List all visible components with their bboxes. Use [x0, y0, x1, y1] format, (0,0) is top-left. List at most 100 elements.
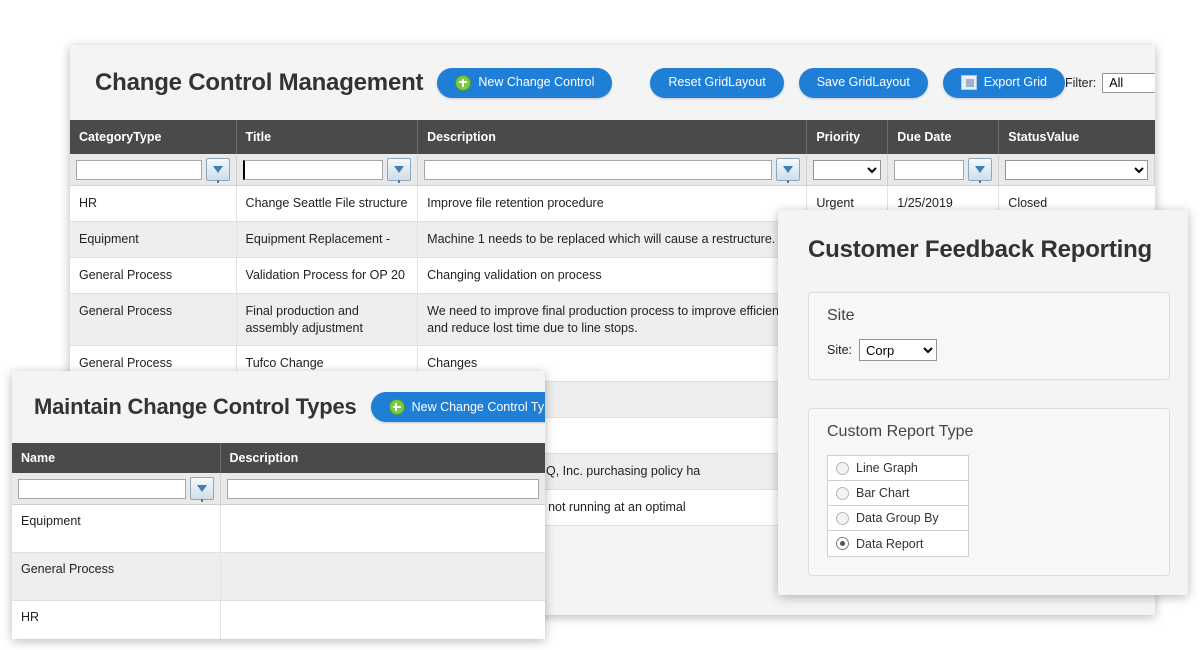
export-grid-icon: [960, 75, 977, 90]
radio-option-data-group-by[interactable]: Data Group By: [828, 506, 968, 531]
cell-description: [220, 600, 545, 639]
cell-name: HR: [12, 600, 221, 639]
filter-label: Filter:: [1065, 75, 1097, 90]
filter-group: Filter: All: [1065, 72, 1155, 93]
radio-icon: [836, 486, 849, 500]
radio-label: Line Graph: [856, 461, 918, 475]
types-page-title: Maintain Change Control Types: [34, 394, 357, 419]
reset-gridlayout-button[interactable]: Reset GridLayout: [650, 67, 784, 98]
filter-button-duedate[interactable]: [968, 158, 993, 183]
filter-input-description[interactable]: [424, 159, 773, 180]
column-header-title[interactable]: Title: [236, 120, 419, 154]
filter-cell-name: [12, 473, 221, 505]
export-grid-label: Export Grid: [983, 75, 1048, 90]
cell-categorytype: General Process: [70, 293, 237, 347]
column-header-name[interactable]: Name: [12, 443, 221, 473]
column-header-duedate[interactable]: Due Date: [887, 120, 1000, 154]
table-row[interactable]: General Process: [12, 552, 545, 601]
radio-option-line-graph[interactable]: Line Graph: [828, 456, 968, 481]
filter-button-title[interactable]: [387, 158, 412, 183]
cell-description: We need to improve final production proc…: [417, 293, 808, 347]
site-legend: Site: [827, 307, 855, 324]
feedback-page-title: Customer Feedback Reporting: [808, 236, 1152, 263]
report-type-radio-group: Line Graph Bar Chart Data Group By Data …: [827, 455, 969, 557]
filter-button-categorytype[interactable]: [205, 158, 230, 183]
export-grid-button[interactable]: Export Grid: [942, 67, 1066, 98]
column-header-description[interactable]: Description: [417, 120, 808, 154]
funnel-icon: [212, 166, 223, 183]
column-header-priority[interactable]: Priority: [806, 120, 889, 154]
new-change-control-button[interactable]: New Change Control: [437, 67, 613, 98]
plus-circle-icon: [455, 74, 472, 91]
cell-title: Final production and assembly adjustment: [236, 293, 419, 347]
filter-input-name[interactable]: [18, 478, 186, 499]
site-fieldset: Site Site: Corp: [808, 292, 1170, 380]
site-field-row: Site: Corp: [827, 339, 1151, 361]
funnel-icon: [783, 166, 794, 183]
change-control-types-grid: Name Description Equipment General Proce…: [12, 443, 545, 639]
site-select[interactable]: Corp: [859, 339, 938, 361]
grid-filter-row: [70, 154, 1155, 186]
cell-categorytype: HR: [70, 185, 237, 222]
radio-label: Bar Chart: [856, 486, 910, 500]
cell-categorytype: Equipment: [70, 221, 237, 258]
save-gridlayout-label: Save GridLayout: [816, 75, 910, 90]
cell-description: [220, 504, 545, 553]
table-row[interactable]: HR: [12, 600, 545, 639]
filter-cell-priority: [806, 154, 889, 186]
radio-icon: [836, 461, 849, 475]
filter-select[interactable]: All: [1102, 72, 1155, 93]
radio-option-data-report[interactable]: Data Report: [828, 531, 968, 556]
save-gridlayout-button[interactable]: Save GridLayout: [798, 67, 928, 98]
column-header-statusvalue[interactable]: StatusValue: [998, 120, 1155, 154]
cell-title: Change Seattle File structure: [236, 185, 419, 222]
filter-input-description[interactable]: [226, 478, 539, 499]
cell-description: Machine 1 needs to be replaced which wil…: [417, 221, 808, 258]
mcct-toolbar: Maintain Change Control Types New Change…: [12, 371, 545, 443]
table-row[interactable]: Equipment: [12, 504, 545, 553]
filter-input-duedate[interactable]: [894, 159, 965, 180]
cell-description: [220, 552, 545, 601]
customer-feedback-reporting-window: Customer Feedback Reporting Site Site: C…: [778, 210, 1188, 595]
filter-select-statusvalue[interactable]: [1005, 159, 1148, 180]
cell-name: General Process: [12, 552, 221, 601]
cell-name: Equipment: [12, 504, 221, 553]
plus-circle-icon: [388, 399, 405, 415]
filter-select-priority[interactable]: [813, 159, 882, 180]
cell-categorytype: General Process: [70, 257, 237, 294]
radio-label: Data Report: [856, 536, 924, 551]
filter-cell-statusvalue: [998, 154, 1155, 186]
grid-header-row: CategoryType Title Description Priority …: [70, 120, 1155, 154]
radio-icon-selected: [836, 537, 849, 550]
filter-button-description[interactable]: [776, 158, 801, 183]
filter-cell-title: [236, 154, 419, 186]
radio-option-bar-chart[interactable]: Bar Chart: [828, 481, 968, 506]
filter-input-title[interactable]: [242, 159, 384, 180]
new-change-control-label: New Change Control: [478, 75, 595, 90]
types-grid-filter-row: [12, 473, 545, 505]
custom-report-type-legend: Custom Report Type: [827, 423, 974, 440]
new-change-control-type-button[interactable]: New Change Control Type: [370, 392, 545, 422]
page-title: Change Control Management: [95, 68, 424, 96]
funnel-icon: [196, 485, 207, 502]
column-header-categorytype[interactable]: CategoryType: [70, 120, 237, 154]
funnel-icon: [975, 166, 986, 183]
maintain-change-control-types-window: Maintain Change Control Types New Change…: [12, 371, 545, 639]
filter-cell-description: [220, 473, 545, 505]
filter-cell-duedate: [887, 154, 1000, 186]
new-change-control-type-label: New Change Control Type: [411, 399, 545, 414]
cell-title: Validation Process for OP 20: [236, 257, 419, 294]
radio-label: Data Group By: [856, 511, 939, 525]
types-grid-header-row: Name Description: [12, 443, 545, 473]
cell-description: Improve file retention procedure: [417, 185, 808, 222]
filter-input-categorytype[interactable]: [76, 159, 202, 180]
column-header-description[interactable]: Description: [220, 443, 545, 473]
filter-cell-description: [417, 154, 808, 186]
cell-description: Changing validation on process: [417, 257, 808, 294]
funnel-icon: [394, 166, 405, 183]
screen: Change Control Management New Change Con…: [0, 0, 1200, 650]
cell-title: Equipment Replacement -: [236, 221, 419, 258]
filter-button-name[interactable]: [189, 477, 214, 502]
radio-icon: [836, 511, 849, 525]
ccm-toolbar: Change Control Management New Change Con…: [70, 45, 1155, 120]
